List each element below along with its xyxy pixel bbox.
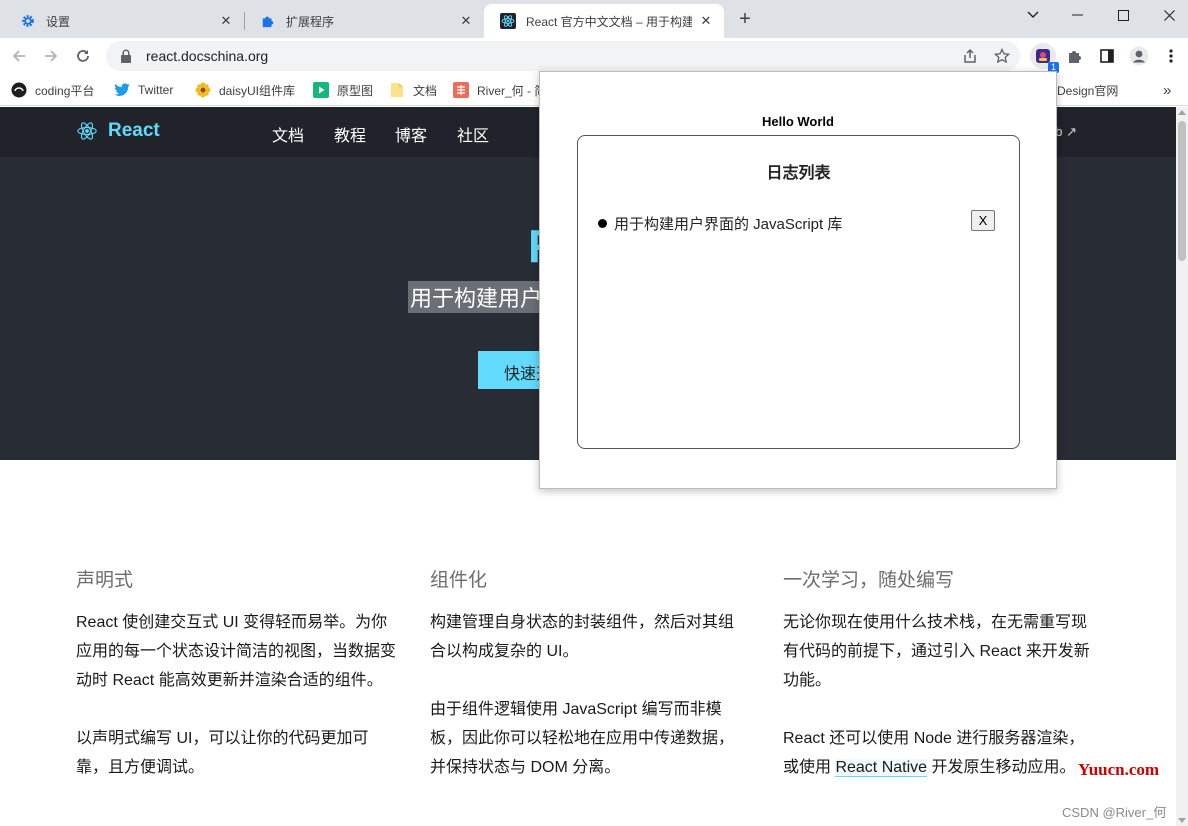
feature-title: 组件化 [430, 570, 488, 591]
puzzle-icon [260, 13, 276, 29]
reload-icon[interactable] [71, 44, 95, 68]
more-menu-icon[interactable] [1159, 44, 1183, 68]
bookmark-label: Twitter [138, 83, 174, 97]
extension-hello-world-icon[interactable]: 1 [1030, 43, 1059, 73]
bullet-icon [598, 219, 607, 228]
page-scrollbar[interactable] [1176, 107, 1188, 826]
new-tab-button[interactable]: + [733, 8, 757, 32]
address-bar[interactable]: react.docschina.org [106, 41, 1020, 71]
feature-title: 声明式 [76, 570, 134, 591]
tab-title: 设置 [46, 14, 71, 29]
feature-paragraph: React 还可以使用 Node 进行服务器渲染，或使用 React Nativ… [783, 724, 1093, 782]
back-icon[interactable] [7, 44, 31, 68]
nav-docs[interactable]: 文档 [272, 122, 304, 146]
scroll-up-arrow-icon[interactable] [1178, 110, 1186, 115]
url-text: react.docschina.org [146, 48, 269, 64]
nav-community[interactable]: 社区 [457, 122, 489, 146]
bookmark-coding[interactable]: coding平台 [11, 80, 94, 100]
tab-react-docs[interactable]: React 官方中文文档 – 用于构建用户界面的 JavaScript 库 ✕ [484, 4, 724, 38]
close-icon[interactable]: ✕ [458, 13, 474, 29]
feature-declarative: 声明式 React 使创建交互式 UI 变得轻而易举。为你应用的每一个状态设计简… [76, 565, 396, 811]
gear-icon [20, 13, 36, 29]
profile-avatar-icon[interactable] [1127, 44, 1151, 68]
share-icon[interactable] [960, 46, 980, 66]
tab-title: 扩展程序 [286, 14, 335, 29]
bookmark-star-icon[interactable] [992, 46, 1012, 66]
coding-icon [11, 82, 27, 98]
jianshu-icon [453, 82, 469, 98]
flower-icon [195, 82, 211, 98]
play-icon [313, 82, 329, 98]
bookmark-daisyui[interactable]: daisyUI组件库 [195, 80, 295, 100]
tab-settings[interactable]: 设置 ✕ [4, 4, 244, 38]
feature-title: 一次学习，随处编写 [783, 570, 955, 591]
feature-paragraph: 以声明式编写 UI，可以让你的代码更加可靠，且方便调试。 [76, 730, 369, 776]
folder-icon [389, 82, 405, 98]
tab-title: React 官方中文文档 – 用于构建用户界面的 JavaScript 库 [526, 14, 692, 29]
feature-paragraph: React 使创建交互式 UI 变得轻而易举。为你应用的每一个状态设计简洁的视图… [76, 614, 397, 689]
twitter-icon [114, 82, 130, 98]
bookmark-label: River_何 - 简 [477, 83, 547, 98]
browser-toolbar: react.docschina.org 1 [0, 38, 1188, 74]
hero-subtitle: 用于构建用户 [408, 281, 545, 313]
list-item: 用于构建用户界面的 JavaScript 库 [598, 213, 842, 234]
feature-paragraph: 构建管理自身状态的封装组件，然后对其组合以构成复杂的 UI。 [430, 614, 735, 660]
bookmarks-overflow-button[interactable]: » [1163, 80, 1171, 100]
bookmark-jianshu[interactable]: River_何 - 简 [453, 80, 546, 100]
text-span: 开发原生移动应用。 [927, 759, 1076, 776]
scrollbar-thumb[interactable] [1178, 121, 1186, 261]
close-icon[interactable]: ✕ [698, 13, 714, 29]
log-item-text: 用于构建用户界面的 JavaScript 库 [614, 216, 843, 233]
tab-extensions[interactable]: 扩展程序 ✕ [244, 4, 484, 38]
log-list-title: 日志列表 [766, 165, 831, 182]
feature-learn-once: 一次学习，随处编写 无论你现在使用什么技术栈，在无需重写现有代码的前提下，通过引… [783, 565, 1093, 811]
bookmark-label: Design官网 [1057, 83, 1119, 98]
log-list-panel: 日志列表 用于构建用户界面的 JavaScript 库 X [577, 135, 1020, 449]
puzzle-icon[interactable] [1063, 44, 1087, 68]
react-logo-icon [77, 122, 97, 140]
close-icon[interactable]: ✕ [218, 13, 234, 29]
site-logo-link[interactable]: React [76, 120, 160, 142]
scroll-down-arrow-icon[interactable] [1178, 818, 1186, 823]
feature-component-based: 组件化 构建管理自身状态的封装组件，然后对其组合以构成复杂的 UI。 由于组件逻… [430, 565, 742, 811]
watermark-site: Yuucn.com [1078, 760, 1160, 779]
tab-search-chevron-icon[interactable] [1010, 0, 1056, 30]
popup-title: Hello World [762, 114, 834, 129]
nav-blog[interactable]: 博客 [395, 122, 427, 146]
bookmark-design[interactable]: Design官网 [1057, 80, 1118, 100]
minimize-icon[interactable] [1054, 0, 1100, 30]
tab-strip: 设置 ✕ 扩展程序 ✕ React 官方中文文档 – 用于构建用户界面的 Jav… [0, 0, 1188, 38]
bookmark-label: 文档 [413, 83, 438, 98]
brand-name: React [108, 120, 160, 141]
bookmark-prototype[interactable]: 原型图 [313, 80, 373, 100]
bookmark-label: 原型图 [337, 83, 374, 98]
watermark-author: CSDN @River_何 [1062, 805, 1167, 820]
nav-tutorial[interactable]: 教程 [334, 122, 366, 146]
lock-icon[interactable] [118, 48, 134, 64]
bookmark-label: daisyUI组件库 [219, 83, 296, 98]
react-native-link[interactable]: React Native [835, 759, 928, 777]
side-panel-icon[interactable] [1095, 44, 1119, 68]
extension-popup: Hello World 日志列表 用于构建用户界面的 JavaScript 库 … [539, 71, 1057, 489]
forward-icon[interactable] [39, 44, 63, 68]
maximize-icon[interactable] [1100, 0, 1146, 30]
window-close-icon[interactable] [1146, 0, 1188, 30]
react-icon [500, 13, 516, 29]
bookmark-docs[interactable]: 文档 [389, 80, 437, 100]
external-link-icon: ↗ [1066, 124, 1077, 139]
bookmark-label: coding平台 [35, 83, 95, 98]
delete-log-button[interactable]: X [971, 210, 995, 231]
feature-paragraph: 无论你现在使用什么技术栈，在无需重写现有代码的前提下，通过引入 React 来开… [783, 614, 1090, 689]
bookmark-twitter[interactable]: Twitter [114, 80, 173, 100]
feature-paragraph: 由于组件逻辑使用 JavaScript 编写而非模板，因此你可以轻松地在应用中传… [430, 701, 735, 776]
